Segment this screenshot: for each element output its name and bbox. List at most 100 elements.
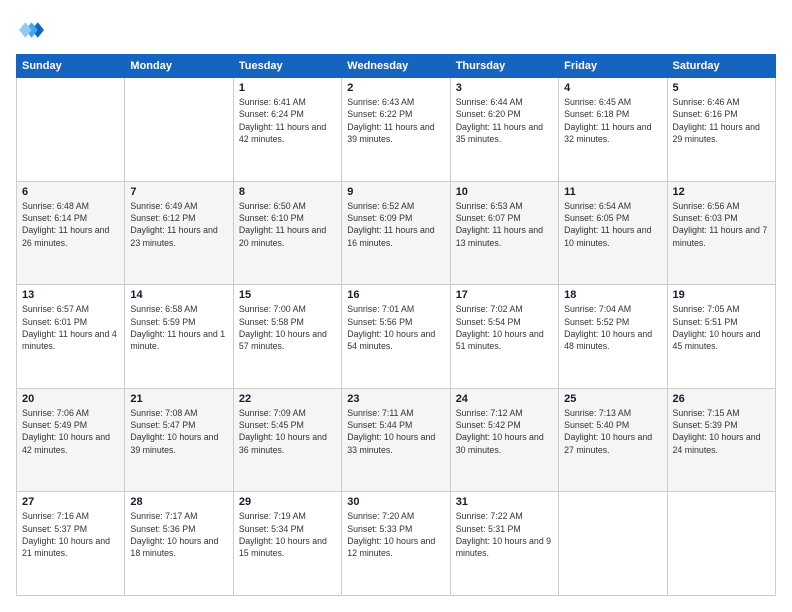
calendar-cell: 12 Sunrise: 6:56 AM Sunset: 6:03 PM Dayli… — [667, 181, 775, 285]
day-info: Sunrise: 7:12 AM Sunset: 5:42 PM Dayligh… — [456, 407, 553, 456]
day-number: 28 — [130, 496, 227, 508]
day-number: 14 — [130, 289, 227, 301]
day-info: Sunrise: 6:50 AM Sunset: 6:10 PM Dayligh… — [239, 200, 336, 249]
weekday-header-cell: Tuesday — [233, 55, 341, 78]
day-number: 25 — [564, 393, 661, 405]
day-info: Sunrise: 6:48 AM Sunset: 6:14 PM Dayligh… — [22, 200, 119, 249]
day-number: 20 — [22, 393, 119, 405]
calendar-cell — [559, 492, 667, 596]
day-info: Sunrise: 7:17 AM Sunset: 5:36 PM Dayligh… — [130, 510, 227, 559]
logo-icon — [16, 16, 44, 44]
calendar-cell: 10 Sunrise: 6:53 AM Sunset: 6:07 PM Dayli… — [450, 181, 558, 285]
calendar-cell: 28 Sunrise: 7:17 AM Sunset: 5:36 PM Dayli… — [125, 492, 233, 596]
calendar-cell: 3 Sunrise: 6:44 AM Sunset: 6:20 PM Daylig… — [450, 78, 558, 182]
day-info: Sunrise: 6:45 AM Sunset: 6:18 PM Dayligh… — [564, 96, 661, 145]
calendar-cell: 31 Sunrise: 7:22 AM Sunset: 5:31 PM Dayli… — [450, 492, 558, 596]
day-info: Sunrise: 7:20 AM Sunset: 5:33 PM Dayligh… — [347, 510, 444, 559]
day-info: Sunrise: 7:09 AM Sunset: 5:45 PM Dayligh… — [239, 407, 336, 456]
calendar-cell: 7 Sunrise: 6:49 AM Sunset: 6:12 PM Daylig… — [125, 181, 233, 285]
day-number: 17 — [456, 289, 553, 301]
calendar-cell: 30 Sunrise: 7:20 AM Sunset: 5:33 PM Dayli… — [342, 492, 450, 596]
day-info: Sunrise: 7:19 AM Sunset: 5:34 PM Dayligh… — [239, 510, 336, 559]
day-info: Sunrise: 6:57 AM Sunset: 6:01 PM Dayligh… — [22, 303, 119, 352]
day-number: 7 — [130, 186, 227, 198]
calendar-week-row: 1 Sunrise: 6:41 AM Sunset: 6:24 PM Daylig… — [17, 78, 776, 182]
day-number: 8 — [239, 186, 336, 198]
weekday-header-row: SundayMondayTuesdayWednesdayThursdayFrid… — [17, 55, 776, 78]
day-number: 30 — [347, 496, 444, 508]
calendar-cell: 11 Sunrise: 6:54 AM Sunset: 6:05 PM Dayli… — [559, 181, 667, 285]
day-info: Sunrise: 6:44 AM Sunset: 6:20 PM Dayligh… — [456, 96, 553, 145]
day-number: 22 — [239, 393, 336, 405]
calendar-cell: 27 Sunrise: 7:16 AM Sunset: 5:37 PM Dayli… — [17, 492, 125, 596]
calendar-cell: 13Sunrise: 6:57 AM Sunset: 6:01 PM Dayli… — [17, 285, 125, 389]
weekday-header-cell: Thursday — [450, 55, 558, 78]
day-number: 1 — [239, 82, 336, 94]
calendar-cell: 25 Sunrise: 7:13 AM Sunset: 5:40 PM Dayli… — [559, 388, 667, 492]
day-number: 5 — [673, 82, 770, 94]
logo — [16, 16, 48, 44]
day-number: 11 — [564, 186, 661, 198]
calendar-cell: 23 Sunrise: 7:11 AM Sunset: 5:44 PM Dayli… — [342, 388, 450, 492]
weekday-header-cell: Saturday — [667, 55, 775, 78]
day-info: Sunrise: 7:04 AM Sunset: 5:52 PM Dayligh… — [564, 303, 661, 352]
calendar-week-row: 27 Sunrise: 7:16 AM Sunset: 5:37 PM Dayli… — [17, 492, 776, 596]
calendar-week-row: 20 Sunrise: 7:06 AM Sunset: 5:49 PM Dayli… — [17, 388, 776, 492]
calendar-cell: 21Sunrise: 7:08 AM Sunset: 5:47 PM Dayli… — [125, 388, 233, 492]
day-info: Sunrise: 6:41 AM Sunset: 6:24 PM Dayligh… — [239, 96, 336, 145]
day-number: 10 — [456, 186, 553, 198]
day-info: Sunrise: 6:52 AM Sunset: 6:09 PM Dayligh… — [347, 200, 444, 249]
day-info: Sunrise: 7:11 AM Sunset: 5:44 PM Dayligh… — [347, 407, 444, 456]
day-info: Sunrise: 7:06 AM Sunset: 5:49 PM Dayligh… — [22, 407, 119, 456]
day-number: 9 — [347, 186, 444, 198]
day-info: Sunrise: 6:53 AM Sunset: 6:07 PM Dayligh… — [456, 200, 553, 249]
day-info: Sunrise: 7:13 AM Sunset: 5:40 PM Dayligh… — [564, 407, 661, 456]
day-info: Sunrise: 7:05 AM Sunset: 5:51 PM Dayligh… — [673, 303, 770, 352]
weekday-header-cell: Monday — [125, 55, 233, 78]
day-info: Sunrise: 6:49 AM Sunset: 6:12 PM Dayligh… — [130, 200, 227, 249]
calendar-body: 1 Sunrise: 6:41 AM Sunset: 6:24 PM Daylig… — [17, 78, 776, 596]
calendar-cell: 16 Sunrise: 7:01 AM Sunset: 5:56 PM Dayli… — [342, 285, 450, 389]
day-info: Sunrise: 7:02 AM Sunset: 5:54 PM Dayligh… — [456, 303, 553, 352]
day-info: Sunrise: 6:54 AM Sunset: 6:05 PM Dayligh… — [564, 200, 661, 249]
page: SundayMondayTuesdayWednesdayThursdayFrid… — [0, 0, 792, 612]
day-number: 31 — [456, 496, 553, 508]
day-number: 6 — [22, 186, 119, 198]
calendar-cell: 4Sunrise: 6:45 AM Sunset: 6:18 PM Daylig… — [559, 78, 667, 182]
day-number: 2 — [347, 82, 444, 94]
day-number: 23 — [347, 393, 444, 405]
calendar-cell: 14 Sunrise: 6:58 AM Sunset: 5:59 PM Dayli… — [125, 285, 233, 389]
calendar-week-row: 6 Sunrise: 6:48 AM Sunset: 6:14 PM Daylig… — [17, 181, 776, 285]
calendar-cell: 20 Sunrise: 7:06 AM Sunset: 5:49 PM Dayli… — [17, 388, 125, 492]
day-info: Sunrise: 7:00 AM Sunset: 5:58 PM Dayligh… — [239, 303, 336, 352]
calendar-cell: 18 Sunrise: 7:04 AM Sunset: 5:52 PM Dayli… — [559, 285, 667, 389]
day-number: 18 — [564, 289, 661, 301]
calendar-cell: 15Sunrise: 7:00 AM Sunset: 5:58 PM Dayli… — [233, 285, 341, 389]
weekday-header-cell: Wednesday — [342, 55, 450, 78]
day-info: Sunrise: 7:16 AM Sunset: 5:37 PM Dayligh… — [22, 510, 119, 559]
header — [16, 16, 776, 44]
calendar-cell: 19 Sunrise: 7:05 AM Sunset: 5:51 PM Dayli… — [667, 285, 775, 389]
day-info: Sunrise: 7:01 AM Sunset: 5:56 PM Dayligh… — [347, 303, 444, 352]
day-info: Sunrise: 7:22 AM Sunset: 5:31 PM Dayligh… — [456, 510, 553, 559]
day-info: Sunrise: 7:15 AM Sunset: 5:39 PM Dayligh… — [673, 407, 770, 456]
day-info: Sunrise: 6:46 AM Sunset: 6:16 PM Dayligh… — [673, 96, 770, 145]
day-number: 3 — [456, 82, 553, 94]
day-number: 26 — [673, 393, 770, 405]
calendar-cell: 9 Sunrise: 6:52 AM Sunset: 6:09 PM Daylig… — [342, 181, 450, 285]
day-number: 16 — [347, 289, 444, 301]
day-number: 27 — [22, 496, 119, 508]
calendar-cell: 6 Sunrise: 6:48 AM Sunset: 6:14 PM Daylig… — [17, 181, 125, 285]
calendar-cell: 26 Sunrise: 7:15 AM Sunset: 5:39 PM Dayli… — [667, 388, 775, 492]
calendar-cell: 8 Sunrise: 6:50 AM Sunset: 6:10 PM Daylig… — [233, 181, 341, 285]
calendar-cell: 2Sunrise: 6:43 AM Sunset: 6:22 PM Daylig… — [342, 78, 450, 182]
day-info: Sunrise: 6:56 AM Sunset: 6:03 PM Dayligh… — [673, 200, 770, 249]
calendar-week-row: 13Sunrise: 6:57 AM Sunset: 6:01 PM Dayli… — [17, 285, 776, 389]
day-info: Sunrise: 6:58 AM Sunset: 5:59 PM Dayligh… — [130, 303, 227, 352]
calendar-cell: 22 Sunrise: 7:09 AM Sunset: 5:45 PM Dayli… — [233, 388, 341, 492]
calendar-cell: 1 Sunrise: 6:41 AM Sunset: 6:24 PM Daylig… — [233, 78, 341, 182]
day-number: 24 — [456, 393, 553, 405]
day-number: 19 — [673, 289, 770, 301]
day-number: 12 — [673, 186, 770, 198]
weekday-header-cell: Friday — [559, 55, 667, 78]
